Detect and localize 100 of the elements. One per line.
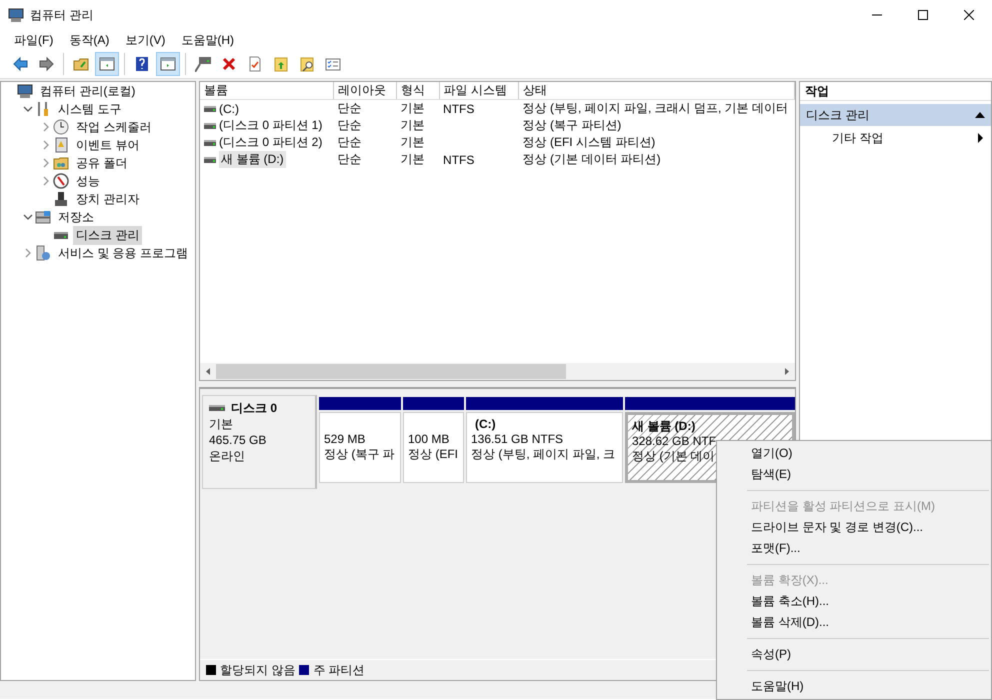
services-icon xyxy=(35,245,51,261)
disk-name: 디스크 0 xyxy=(231,400,278,416)
close-icon xyxy=(964,10,974,20)
column-header[interactable]: 파일 시스템 xyxy=(439,82,519,100)
disk-type: 기본 xyxy=(209,416,234,432)
horizontal-scrollbar[interactable] xyxy=(200,363,795,380)
drive-icon xyxy=(195,56,211,72)
legend-label: 할당되지 않음 xyxy=(220,662,296,678)
volume-name[interactable]: (디스크 0 파티션 2) xyxy=(219,134,322,151)
volume-name[interactable]: 새 볼륨 (D:) xyxy=(219,151,286,168)
tree-item[interactable]: 시스템 도구 xyxy=(55,100,124,118)
tools-icon xyxy=(35,101,51,117)
partition-status: 정상 (EFI xyxy=(408,447,458,462)
maximize-icon xyxy=(918,10,928,20)
help-icon xyxy=(134,56,150,72)
partition-status: 정상 (부팅, 페이지 파일, 크 xyxy=(471,447,615,462)
table-cell: 기본 xyxy=(400,118,424,132)
tree-item[interactable]: 디스크 관리 xyxy=(73,226,142,244)
folder-icon xyxy=(73,56,89,72)
drive-icon xyxy=(204,138,216,146)
partition-card[interactable]: (C:) 136.51 GB NTFS 정상 (부팅, 페이지 파일, 크 xyxy=(466,412,623,483)
menu-item[interactable]: 드라이브 문자 및 경로 변경(C)... xyxy=(717,517,991,538)
delete-icon xyxy=(221,56,237,72)
volume-name[interactable]: (C:) xyxy=(219,102,239,116)
folder-icon xyxy=(273,56,289,72)
menu-item[interactable]: 동작(A) xyxy=(61,32,118,48)
table-cell: 기본 xyxy=(400,135,424,149)
menu-item[interactable]: 보기(V) xyxy=(117,32,174,48)
tree-item[interactable]: 저장소 xyxy=(55,208,97,226)
gauge-icon xyxy=(53,173,69,189)
table-cell: 기본 xyxy=(400,152,424,166)
pane-icon xyxy=(99,56,115,72)
partition-title: 새 볼륨 (D:) xyxy=(632,419,696,433)
tree-item[interactable]: 장치 관리자 xyxy=(73,190,142,208)
table-cell: 정상 (기본 데이터 파티션) xyxy=(522,152,661,166)
forward-arrow-icon xyxy=(38,56,54,72)
event-log-icon xyxy=(53,137,69,153)
tree-item[interactable]: 이벤트 뷰어 xyxy=(73,136,142,154)
document-icon xyxy=(247,56,263,72)
toolbar-button[interactable] xyxy=(156,52,180,76)
table-cell: 단순 xyxy=(337,118,362,132)
partition-size: 136.51 GB NTFS xyxy=(471,432,564,447)
tree-item[interactable]: 서비스 및 응용 프로그램 xyxy=(55,244,192,262)
computer-icon xyxy=(8,7,24,23)
partition-card[interactable]: 100 MB 정상 (EFI xyxy=(403,412,464,483)
menu-item[interactable]: 속성(P) xyxy=(717,644,991,665)
menu-item[interactable]: 포맷(F)... xyxy=(717,538,991,559)
column-header[interactable]: 상태 xyxy=(518,82,794,100)
disk-drive-icon xyxy=(209,404,225,412)
menu-item[interactable]: 볼륨 축소(H)... xyxy=(717,591,991,612)
disk-size: 465.75 GB xyxy=(209,432,268,448)
table-cell: 단순 xyxy=(337,101,362,115)
back-arrow-icon xyxy=(12,56,28,72)
legend-label: 주 파티션 xyxy=(313,662,365,678)
disk-status: 온라인 xyxy=(209,448,246,464)
actions-title: 작업 xyxy=(805,82,829,100)
device-icon xyxy=(53,191,69,207)
search-icon xyxy=(299,56,315,72)
menu-item[interactable]: 볼륨 삭제(D)... xyxy=(717,612,991,633)
table-cell: NTFS xyxy=(443,102,474,116)
tree-item[interactable]: 성능 xyxy=(73,172,103,190)
table-cell: 정상 (부팅, 페이지 파일, 크래시 덤프, 기본 데이터 xyxy=(522,101,788,115)
table-cell: 기본 xyxy=(400,101,424,115)
pane-icon xyxy=(160,56,176,72)
partition-card[interactable]: 529 MB 정상 (복구 파 xyxy=(319,412,401,483)
drive-icon xyxy=(204,122,216,130)
toolbar-button[interactable] xyxy=(95,52,119,76)
tree-item[interactable]: 컴퓨터 관리(로컬) xyxy=(37,82,138,100)
table-cell: 정상 (복구 파티션) xyxy=(522,118,622,132)
tree-item[interactable]: 공유 폴더 xyxy=(73,154,130,172)
column-header[interactable]: 형식 xyxy=(396,82,440,100)
column-header[interactable]: 레이아웃 xyxy=(333,82,396,100)
column-header[interactable]: 볼륨 xyxy=(200,82,334,100)
partition-size: 328.62 GB NTF xyxy=(632,434,716,449)
volume-name[interactable]: (디스크 0 파티션 1) xyxy=(219,117,322,134)
shared-folder-icon xyxy=(53,155,69,171)
submenu-arrow-icon xyxy=(978,133,983,143)
scroll-thumb[interactable] xyxy=(216,364,566,379)
drive-icon xyxy=(204,104,216,112)
checklist-icon xyxy=(325,56,341,72)
table-cell: NTFS xyxy=(443,152,474,166)
menu-item[interactable]: 도움말(H) xyxy=(717,676,991,697)
actions-section[interactable]: 디스크 관리 xyxy=(800,104,991,126)
partition-size: 100 MB xyxy=(408,432,450,447)
menu-item[interactable]: 도움말(H) xyxy=(173,32,242,48)
section-label: 디스크 관리 xyxy=(806,106,870,124)
table-cell: 단순 xyxy=(337,135,362,149)
table-cell: 단순 xyxy=(337,152,362,166)
action-item[interactable]: 기타 작업 xyxy=(800,128,991,148)
menu-item[interactable]: 파일(F) xyxy=(6,32,62,48)
partition-status: 정상 (기본 데이 xyxy=(632,449,715,464)
clock-icon xyxy=(53,119,69,135)
table-cell: 정상 (EFI 시스템 파티션) xyxy=(522,135,656,149)
partition-status: 정상 (복구 파 xyxy=(324,447,395,462)
tree-item[interactable]: 작업 스케줄러 xyxy=(73,118,154,136)
storage-icon xyxy=(35,209,51,225)
window-title: 컴퓨터 관리 xyxy=(30,6,94,24)
computer-icon xyxy=(17,83,33,99)
partition-size: 529 MB xyxy=(324,432,366,447)
partition-bar xyxy=(403,397,464,410)
